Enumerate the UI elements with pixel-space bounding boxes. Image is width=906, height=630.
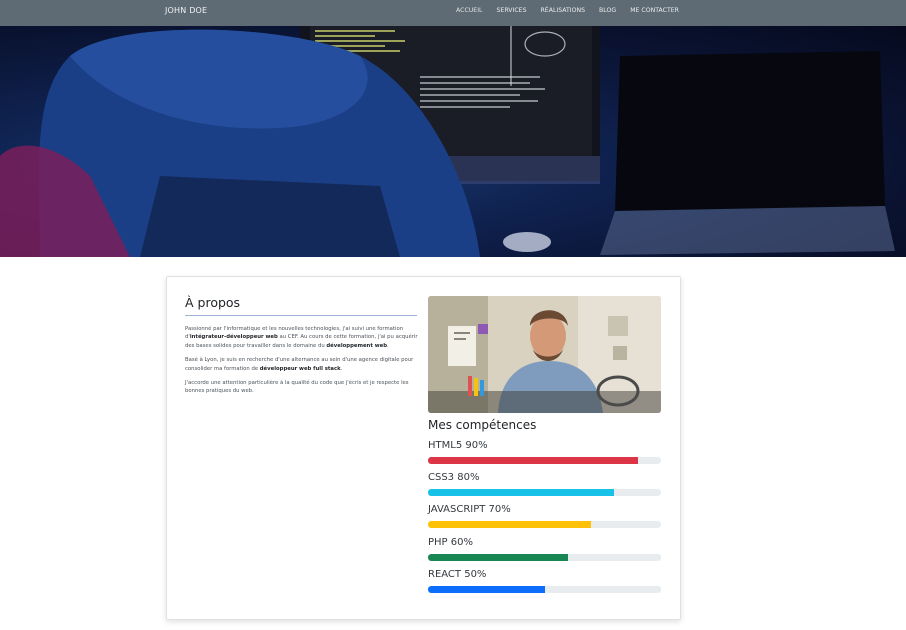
about-divider — [185, 315, 417, 316]
about-card: À propos Passionné par l'informatique et… — [166, 276, 681, 620]
about-paragraph-1: Passionné par l'informatique et les nouv… — [185, 326, 418, 349]
progress-bar-html5 — [428, 457, 638, 464]
progress-track — [428, 586, 661, 593]
nav-link-blog[interactable]: BLOG — [599, 7, 616, 14]
skill-label: PHP 60% — [428, 537, 473, 548]
progress-bar-javascript — [428, 521, 592, 528]
nav-link-services[interactable]: SERVICES — [496, 7, 526, 14]
skill-label: REACT 50% — [428, 569, 487, 580]
nav-link-contact[interactable]: ME CONTACTER — [630, 7, 679, 14]
progress-bar-css3 — [428, 489, 615, 496]
nav-link-accueil[interactable]: ACCUEIL — [456, 7, 482, 14]
hero-banner-image — [0, 26, 906, 257]
skill-label: HTML5 90% — [428, 440, 488, 451]
about-title: À propos — [185, 295, 241, 310]
nav-link-realisations[interactable]: RÉALISATIONS — [541, 7, 586, 14]
skill-label: CSS3 80% — [428, 472, 480, 483]
about-text: Passionné par l'informatique et les nouv… — [185, 325, 419, 402]
progress-track — [428, 521, 661, 528]
skill-php: PHP 60% — [428, 537, 661, 561]
profile-photo — [428, 296, 661, 413]
progress-bar-react — [428, 586, 545, 593]
navbar: JOHN DOE ACCUEIL SERVICES RÉALISATIONS B… — [0, 0, 906, 26]
skill-html5: HTML5 90% — [428, 440, 661, 464]
progress-track — [428, 457, 661, 464]
hero-developer-illustration — [0, 26, 895, 257]
skill-react: REACT 50% — [428, 569, 661, 593]
about-paragraph-2: Basé à Lyon, je suis en recherche d'une … — [185, 357, 414, 372]
progress-track — [428, 554, 661, 561]
skill-css3: CSS3 80% — [428, 472, 661, 496]
progress-bar-php — [428, 554, 568, 561]
brand-logo[interactable]: JOHN DOE — [165, 6, 207, 15]
skills-title: Mes compétences — [428, 418, 537, 432]
skill-label: JAVASCRIPT 70% — [428, 504, 511, 515]
nav-menu: ACCUEIL SERVICES RÉALISATIONS BLOG ME CO… — [456, 7, 693, 14]
about-paragraph-3: J'accorde une attention particulière à l… — [185, 380, 409, 395]
developer-at-desk-illustration — [428, 296, 661, 413]
progress-track — [428, 489, 661, 496]
skill-javascript: JAVASCRIPT 70% — [428, 504, 661, 528]
